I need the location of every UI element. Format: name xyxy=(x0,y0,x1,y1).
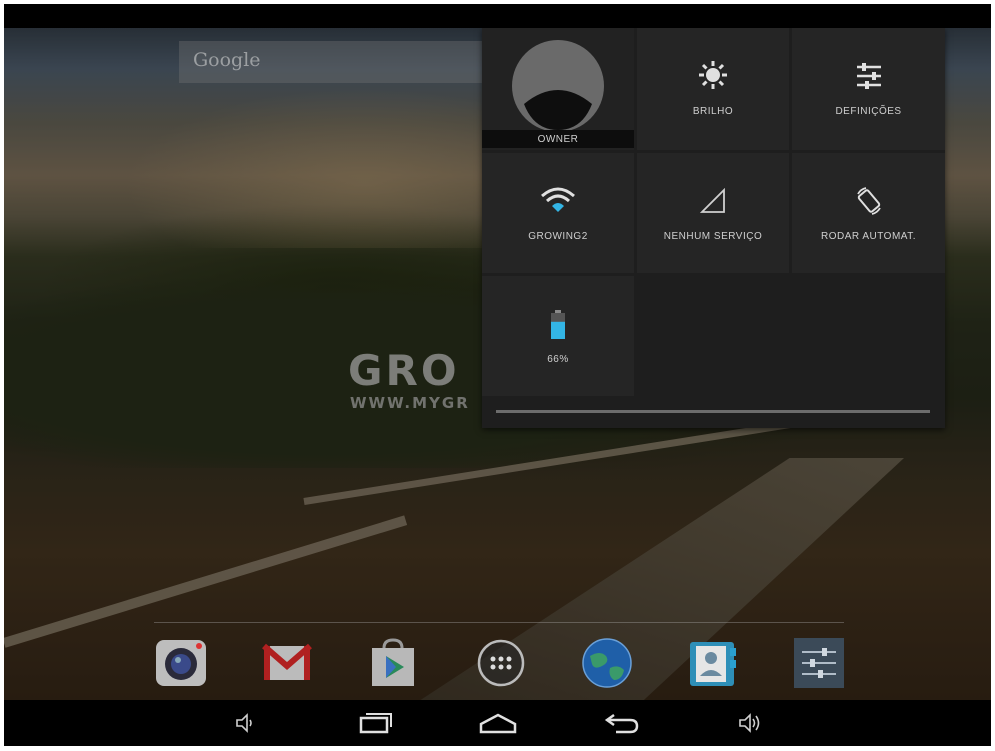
back-button[interactable] xyxy=(602,709,642,737)
user-avatar-icon xyxy=(512,40,604,132)
dock-app-drawer[interactable] xyxy=(474,636,528,690)
recents-icon xyxy=(359,713,392,734)
volume-up-button[interactable] xyxy=(730,709,770,737)
qs-owner-label: OWNER xyxy=(537,134,579,145)
dock-app-play-store[interactable] xyxy=(366,636,420,690)
globe-icon xyxy=(582,638,632,688)
home-button[interactable] xyxy=(478,709,518,737)
google-search-bar[interactable]: Google xyxy=(179,41,499,83)
recents-button[interactable] xyxy=(356,709,396,737)
qs-tile-mobile-signal[interactable]: NENHUM SERVIÇO xyxy=(637,153,789,273)
qs-signal-label: NENHUM SERVIÇO xyxy=(663,231,763,242)
qs-tile-wifi[interactable]: GROWING2 xyxy=(482,153,634,273)
status-bar[interactable] xyxy=(4,4,991,28)
qs-tile-settings[interactable]: DEFINIÇÕES xyxy=(792,28,945,150)
settings-app-icon xyxy=(794,638,844,688)
dock-app-contacts[interactable] xyxy=(686,636,740,690)
panel-drag-handle[interactable] xyxy=(496,410,930,413)
wifi-icon xyxy=(541,187,575,212)
tablet-screen: GRO WWW.MYGR Google OWNER BRILHO DEFINIÇ… xyxy=(4,4,991,746)
gmail-icon xyxy=(262,643,312,680)
battery-icon xyxy=(551,310,565,339)
rotate-icon xyxy=(856,187,881,215)
dock-app-gmail[interactable] xyxy=(260,636,314,690)
camera-icon xyxy=(156,640,206,686)
qs-tile-battery[interactable]: 66% xyxy=(482,276,634,396)
quick-settings-panel: OWNER BRILHO DEFINIÇÕES GROWING2 NENHUM … xyxy=(482,28,945,428)
volume-down-button[interactable] xyxy=(226,709,266,737)
qs-tile-brightness[interactable]: BRILHO xyxy=(637,28,789,150)
qs-tile-owner[interactable]: OWNER xyxy=(482,28,634,150)
navigation-bar xyxy=(4,700,991,746)
settings-sliders-icon xyxy=(856,63,881,89)
volume-down-icon xyxy=(236,713,252,733)
signal-icon xyxy=(700,188,725,213)
dock-divider xyxy=(154,622,844,623)
dock-app-browser[interactable] xyxy=(580,636,634,690)
app-drawer-icon xyxy=(477,639,525,687)
qs-rotate-label: RODAR AUTOMAT. xyxy=(821,231,916,242)
qs-brightness-label: BRILHO xyxy=(692,106,734,117)
brightness-icon xyxy=(699,61,727,89)
contacts-icon xyxy=(690,642,736,686)
dock-app-settings[interactable] xyxy=(792,636,846,690)
home-icon xyxy=(479,713,517,734)
play-store-icon xyxy=(372,638,414,686)
qs-tile-auto-rotate[interactable]: RODAR AUTOMAT. xyxy=(792,153,945,273)
qs-wifi-label: GROWING2 xyxy=(528,231,588,242)
back-icon xyxy=(604,713,639,734)
dock-app-camera[interactable] xyxy=(154,636,208,690)
qs-settings-label: DEFINIÇÕES xyxy=(835,106,902,117)
volume-up-icon xyxy=(739,713,760,733)
qs-battery-label: 66% xyxy=(547,354,569,365)
google-logo: Google xyxy=(193,49,261,71)
